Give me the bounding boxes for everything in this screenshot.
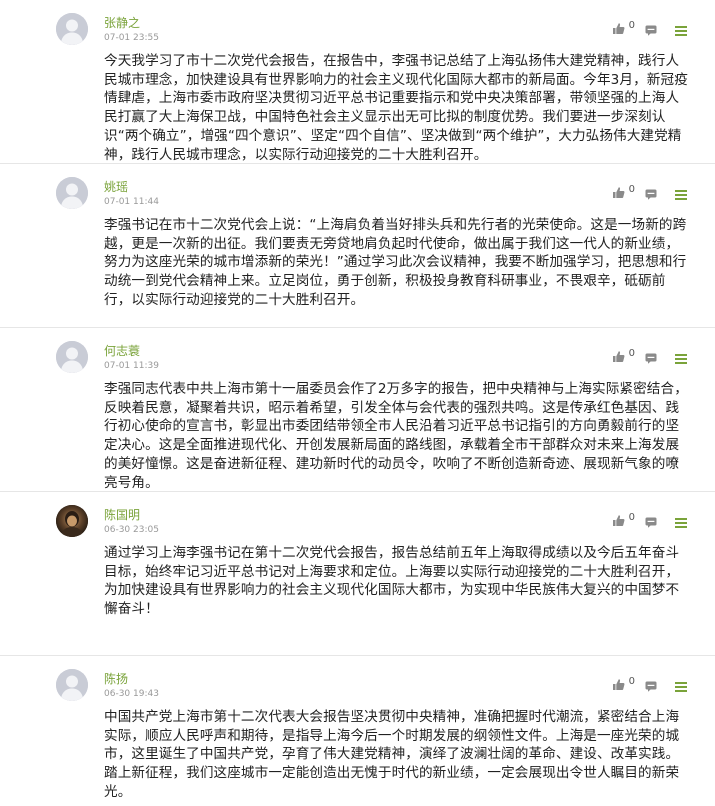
thumbs-up-icon[interactable] [612,184,625,198]
menu-icon[interactable] [675,185,687,200]
comment-text: 李强书记在市十二次党代会上说：“上海肩负着当好排头兵和先行者的光荣使命。这是一场… [104,217,687,308]
menu-icon[interactable] [675,21,687,36]
comment-actions: 0 [612,18,687,36]
comment-reply-icon[interactable] [645,513,657,528]
user-name[interactable]: 陈国明 [104,508,140,522]
comment-text: 通过学习上海李强书记在第十二次党代会报告，报告总结前五年上海取得成绩以及今后五年… [104,545,680,618]
thumbs-up-icon[interactable] [612,512,625,526]
comment-item: 何志蓑 07-01 11:39 0 李强同志代表中共上海市第十一届委员会作了2万… [0,328,715,492]
avatar[interactable] [56,505,88,537]
user-name[interactable]: 姚瑶 [104,180,128,194]
comment-item: 陈扬 06-30 19:43 0 中国共产党上海市第十二次代表大会报告坚决贯彻中… [0,656,715,806]
comment-actions: 0 [612,182,687,200]
like-count: 0 [628,676,635,687]
like-count: 0 [628,20,635,31]
comment-text: 今天我学习了市十二次党代会报告，在报告中，李强书记总结了上海弘扬伟大建党精神，践… [104,53,688,163]
comment-item: 张静之 07-01 23:55 0 今天我学习了市十二次党代会报告，在报告中，李… [0,0,715,164]
menu-icon[interactable] [675,349,687,364]
avatar[interactable] [56,13,88,45]
thumbs-up-icon[interactable] [612,348,625,362]
user-name[interactable]: 张静之 [104,16,140,30]
comment-list: 张静之 07-01 23:55 0 今天我学习了市十二次党代会报告，在报告中，李… [0,0,715,806]
comment-actions: 0 [612,510,687,528]
like-count: 0 [628,348,635,359]
avatar[interactable] [56,669,88,701]
user-name[interactable]: 何志蓑 [104,344,140,358]
comment-actions: 0 [612,346,687,364]
menu-icon[interactable] [675,677,687,692]
comment-time: 06-30 23:05 [104,525,159,535]
avatar[interactable] [56,177,88,209]
comment-reply-icon[interactable] [645,677,657,692]
like-count: 0 [628,512,635,523]
comment-time: 06-30 19:43 [104,689,159,699]
comment-reply-icon[interactable] [645,349,657,364]
comment-actions: 0 [612,674,687,692]
comment-item: 陈国明 06-30 23:05 0 通过学习上海李强书记在第十二次党代会报告，报… [0,492,715,656]
comment-text: 中国共产党上海市第十二次代表大会报告坚决贯彻中央精神，准确把握时代潮流，紧密结合… [104,709,680,800]
comment-time: 07-01 11:39 [104,361,159,371]
menu-icon[interactable] [675,513,687,528]
comment-time: 07-01 11:44 [104,197,159,207]
comment-text: 李强同志代表中共上海市第十一届委员会作了2万多字的报告，把中央精神与上海实际紧密… [104,381,688,491]
like-count: 0 [628,184,635,195]
comment-reply-icon[interactable] [645,21,657,36]
comment-time: 07-01 23:55 [104,33,159,43]
comment-reply-icon[interactable] [645,185,657,200]
thumbs-up-icon[interactable] [612,676,625,690]
comment-item: 姚瑶 07-01 11:44 0 李强书记在市十二次党代会上说：“上海肩负着当好… [0,164,715,328]
avatar[interactable] [56,341,88,373]
user-name[interactable]: 陈扬 [104,672,128,686]
thumbs-up-icon[interactable] [612,20,625,34]
